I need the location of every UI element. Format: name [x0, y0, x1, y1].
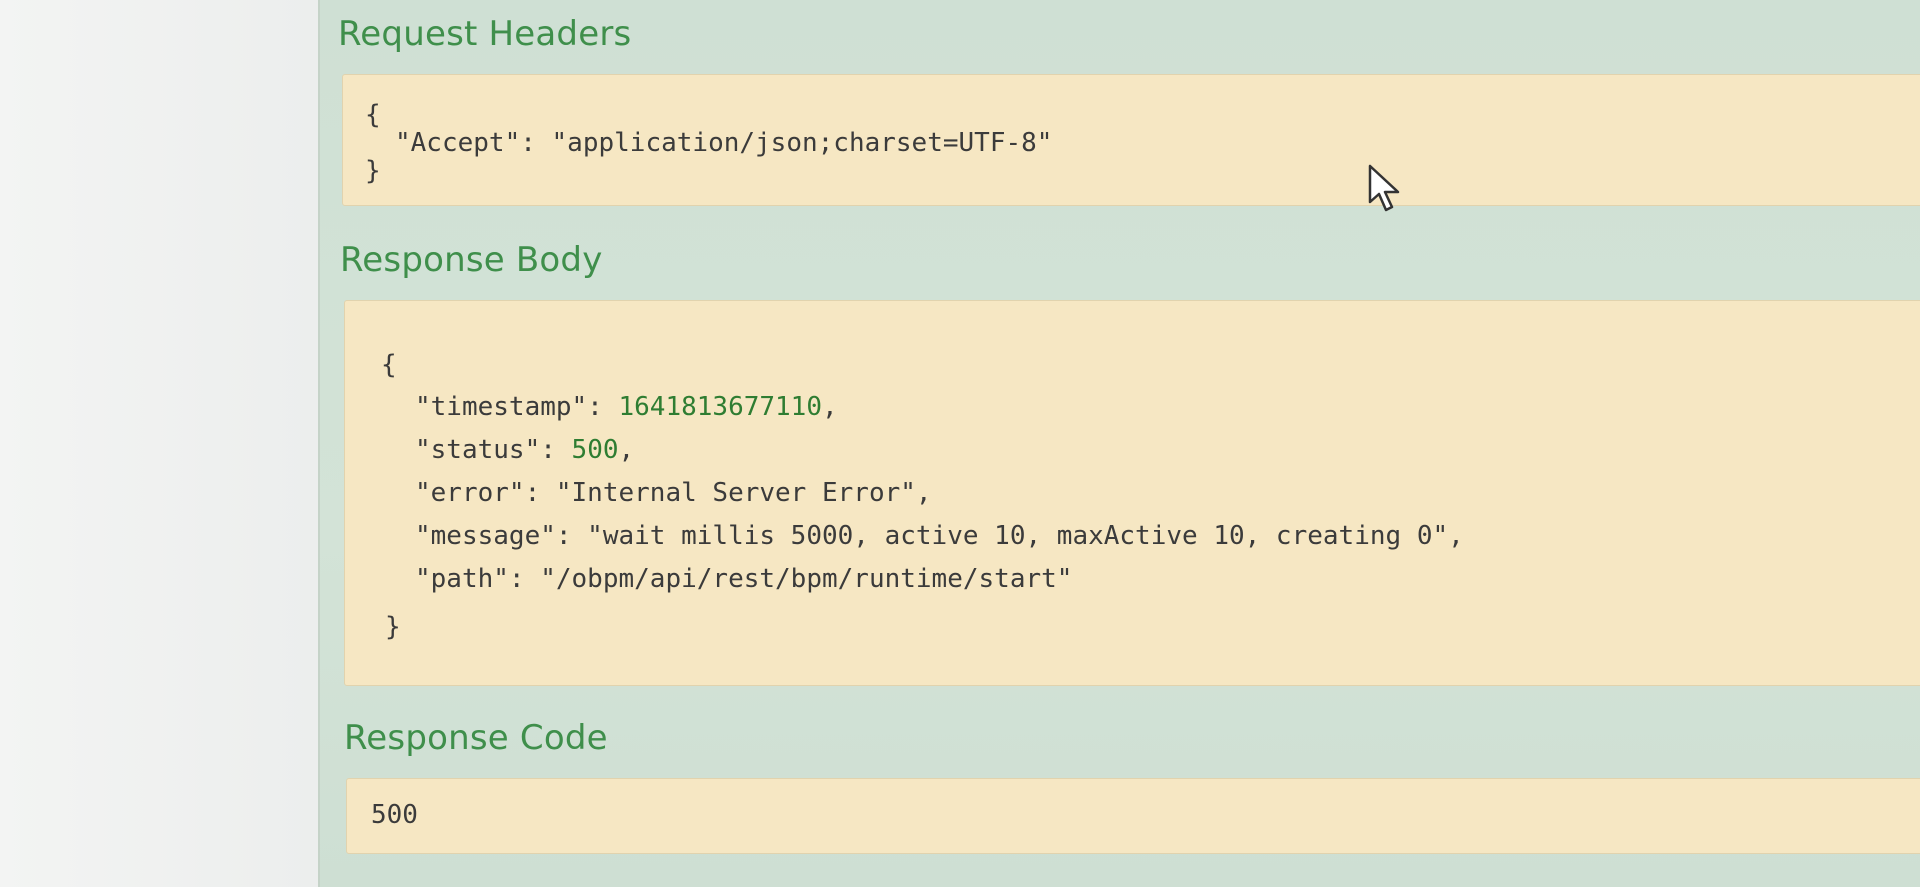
brace-close: }: [385, 612, 401, 642]
response-body-box[interactable]: { "timestamp": 1641813677110, "status": …: [344, 300, 1920, 686]
timestamp-line: "timestamp": 1641813677110,: [415, 391, 838, 423]
response-code-value: 500: [371, 800, 418, 830]
status-key: "status":: [415, 435, 572, 465]
timestamp-key: "timestamp":: [415, 392, 619, 422]
error-line: "error": "Internal Server Error",: [415, 478, 932, 508]
brace-close: }: [365, 156, 381, 186]
timestamp-value: 1641813677110: [618, 392, 823, 422]
status-comma: ,: [618, 435, 635, 465]
request-headers-title: Request Headers: [338, 14, 632, 54]
status-value: 500: [571, 435, 619, 465]
timestamp-comma: ,: [822, 392, 838, 422]
message-line: "message": "wait millis 5000, active 10,…: [415, 521, 1464, 551]
mouse-pointer-icon: [1368, 164, 1400, 212]
accept-header-line: "Accept": "application/json;charset=UTF-…: [395, 128, 1053, 158]
response-code-box[interactable]: 500: [346, 778, 1920, 854]
request-headers-box[interactable]: { "Accept": "application/json;charset=UT…: [342, 74, 1920, 206]
status-line: "status": 500,: [415, 434, 634, 466]
left-margin: [0, 0, 318, 887]
response-code-title: Response Code: [344, 718, 608, 758]
response-panel: Request Headers { "Accept": "application…: [318, 0, 1920, 887]
brace-open: {: [381, 350, 397, 380]
brace-open: {: [365, 100, 381, 130]
response-body-title: Response Body: [340, 240, 603, 280]
path-line: "path": "/obpm/api/rest/bpm/runtime/star…: [415, 564, 1073, 594]
